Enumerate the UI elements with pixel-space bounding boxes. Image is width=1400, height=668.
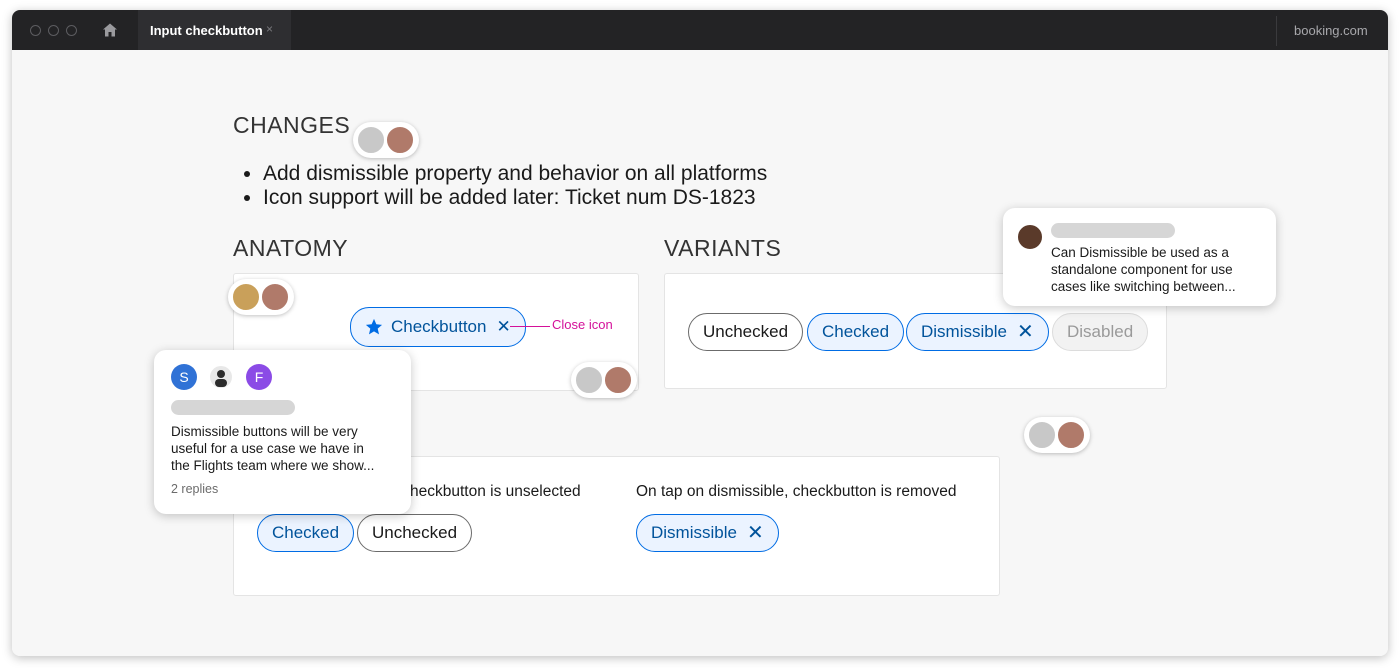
avatar xyxy=(574,365,604,395)
minimize-window-button[interactable] xyxy=(48,25,59,36)
collaborator-avatars[interactable] xyxy=(353,122,419,158)
close-icon[interactable]: ✕ xyxy=(747,523,764,543)
collaborator-avatars[interactable] xyxy=(1024,417,1090,453)
behavior-checked-pill[interactable]: Checked xyxy=(257,514,355,552)
pill-label: Unchecked xyxy=(703,322,789,341)
variant-disabled: Disabled xyxy=(1052,313,1149,351)
changes-item: Add dismissible property and behavior on… xyxy=(263,162,767,186)
behavior-caption-left: heckbutton is unselected xyxy=(410,483,581,500)
pill-label: Unchecked xyxy=(372,523,458,542)
avatar xyxy=(385,125,415,155)
avatar xyxy=(1027,420,1057,450)
tab-input-checkbutton[interactable]: Input checkbutton × xyxy=(138,10,291,50)
changes-item: Icon support will be added later: Ticket… xyxy=(263,186,767,210)
pill-label: Checked xyxy=(822,322,890,341)
anatomy-heading: ANATOMY xyxy=(233,235,349,261)
variant-dismissible[interactable]: Dismissible ✕ xyxy=(906,313,1049,351)
pill-label: Checked xyxy=(272,523,340,542)
changes-list: Add dismissible property and behavior on… xyxy=(233,162,767,210)
behavior-dismissible-pill[interactable]: Dismissible ✕ xyxy=(636,514,779,552)
avatar xyxy=(208,364,234,390)
behavior-unchecked-pill[interactable]: Unchecked xyxy=(357,514,473,552)
author-placeholder xyxy=(1051,223,1175,238)
pill-label: Disabled xyxy=(1067,322,1134,341)
collaborator-avatars[interactable] xyxy=(228,279,294,315)
domain-label: booking.com xyxy=(1294,23,1368,38)
pill-label: Dismissible xyxy=(921,322,1007,341)
variant-checked[interactable]: Checked xyxy=(807,313,905,351)
zoom-window-button[interactable] xyxy=(66,25,77,36)
title-bar: Input checkbutton × booking.com xyxy=(12,10,1388,50)
annotation-line xyxy=(510,326,550,327)
avatar xyxy=(231,282,261,312)
star-icon xyxy=(365,318,383,336)
comment-bubble-left[interactable]: S F Dismissible buttons will be very use… xyxy=(154,350,411,514)
author-placeholder xyxy=(171,400,295,415)
pill-label: Dismissible xyxy=(651,523,737,542)
close-window-button[interactable] xyxy=(30,25,41,36)
comment-bubble-right[interactable]: Can Dismissible be used as a standalone … xyxy=(1003,208,1276,306)
titlebar-divider xyxy=(1276,16,1277,46)
avatar xyxy=(260,282,290,312)
tab-close-icon[interactable]: × xyxy=(266,22,273,36)
avatar xyxy=(603,365,633,395)
replies-count[interactable]: 2 replies xyxy=(171,482,218,496)
avatar: S xyxy=(171,364,197,390)
browser-window: Input checkbutton × booking.com CHANGES … xyxy=(12,10,1388,656)
home-icon[interactable] xyxy=(102,22,118,38)
collaborator-avatars[interactable] xyxy=(571,362,637,398)
comment-text: Can Dismissible be used as a standalone … xyxy=(1051,245,1236,294)
close-icon[interactable]: ✕ xyxy=(496,317,510,337)
behavior-caption-right: On tap on dismissible, checkbutton is re… xyxy=(636,483,957,500)
comment-text: Dismissible buttons will be very useful … xyxy=(171,424,375,473)
tab-title: Input checkbutton xyxy=(150,23,263,38)
annotation-label: Close icon xyxy=(552,317,613,332)
anatomy-pill-label: Checkbutton xyxy=(391,317,487,336)
avatar xyxy=(1056,420,1086,450)
close-icon[interactable]: ✕ xyxy=(1017,322,1034,342)
variants-heading: VARIANTS xyxy=(664,235,782,261)
avatar xyxy=(356,125,386,155)
variant-unchecked[interactable]: Unchecked xyxy=(688,313,804,351)
avatar xyxy=(1016,223,1044,251)
avatar: F xyxy=(246,364,272,390)
changes-heading: CHANGES xyxy=(233,112,351,138)
anatomy-checkbutton[interactable]: Checkbutton ✕ xyxy=(350,307,526,347)
design-canvas[interactable]: CHANGES Add dismissible property and beh… xyxy=(12,50,1388,656)
